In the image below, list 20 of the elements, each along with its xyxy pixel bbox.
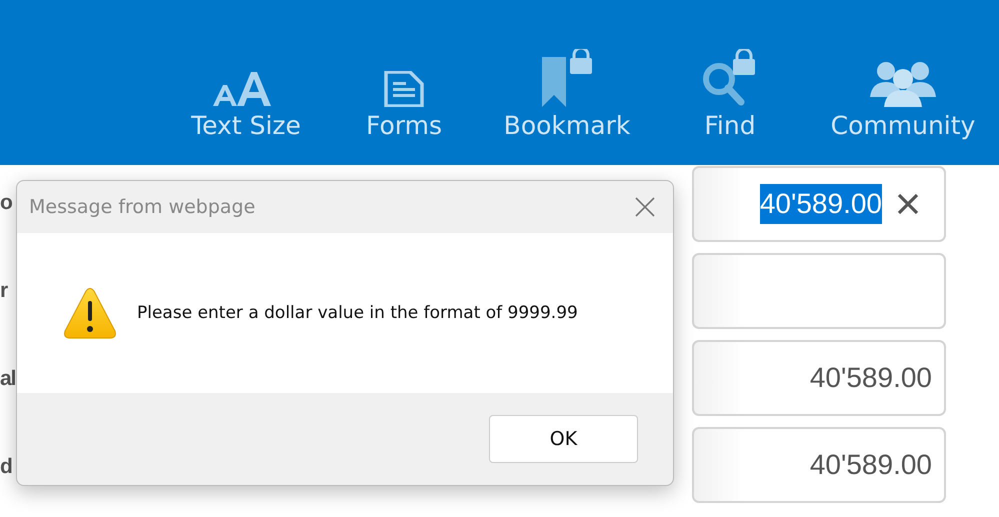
toolbar-button[interactable]: Forms xyxy=(312,45,496,141)
toolbar-button[interactable]: Text Size xyxy=(180,45,312,141)
ok-button[interactable]: OK xyxy=(489,415,638,463)
amount-field[interactable] xyxy=(692,253,946,329)
dialog-message: Please enter a dollar value in the format of 9999.99 xyxy=(137,303,578,323)
toolbar-button[interactable]: Find xyxy=(638,45,822,141)
bookmark-lock-icon xyxy=(540,49,594,107)
toolbar-button[interactable]: Community xyxy=(822,45,984,141)
amount-field[interactable]: 40'589.00 xyxy=(692,427,946,503)
warning-icon xyxy=(63,287,117,339)
close-icon[interactable] xyxy=(635,197,655,217)
dialog-title: Message from webpage xyxy=(29,196,256,218)
field-label: al xyxy=(0,366,16,392)
amount-field[interactable]: 40'589.00 xyxy=(692,166,946,242)
field-label: r xyxy=(0,278,8,304)
field-label: d xyxy=(0,454,12,480)
field-label: o xyxy=(0,190,12,216)
amount-field[interactable]: 40'589.00 xyxy=(692,340,946,416)
toolbar-button[interactable]: Bookmark xyxy=(496,45,638,141)
close-icon[interactable] xyxy=(896,192,920,216)
